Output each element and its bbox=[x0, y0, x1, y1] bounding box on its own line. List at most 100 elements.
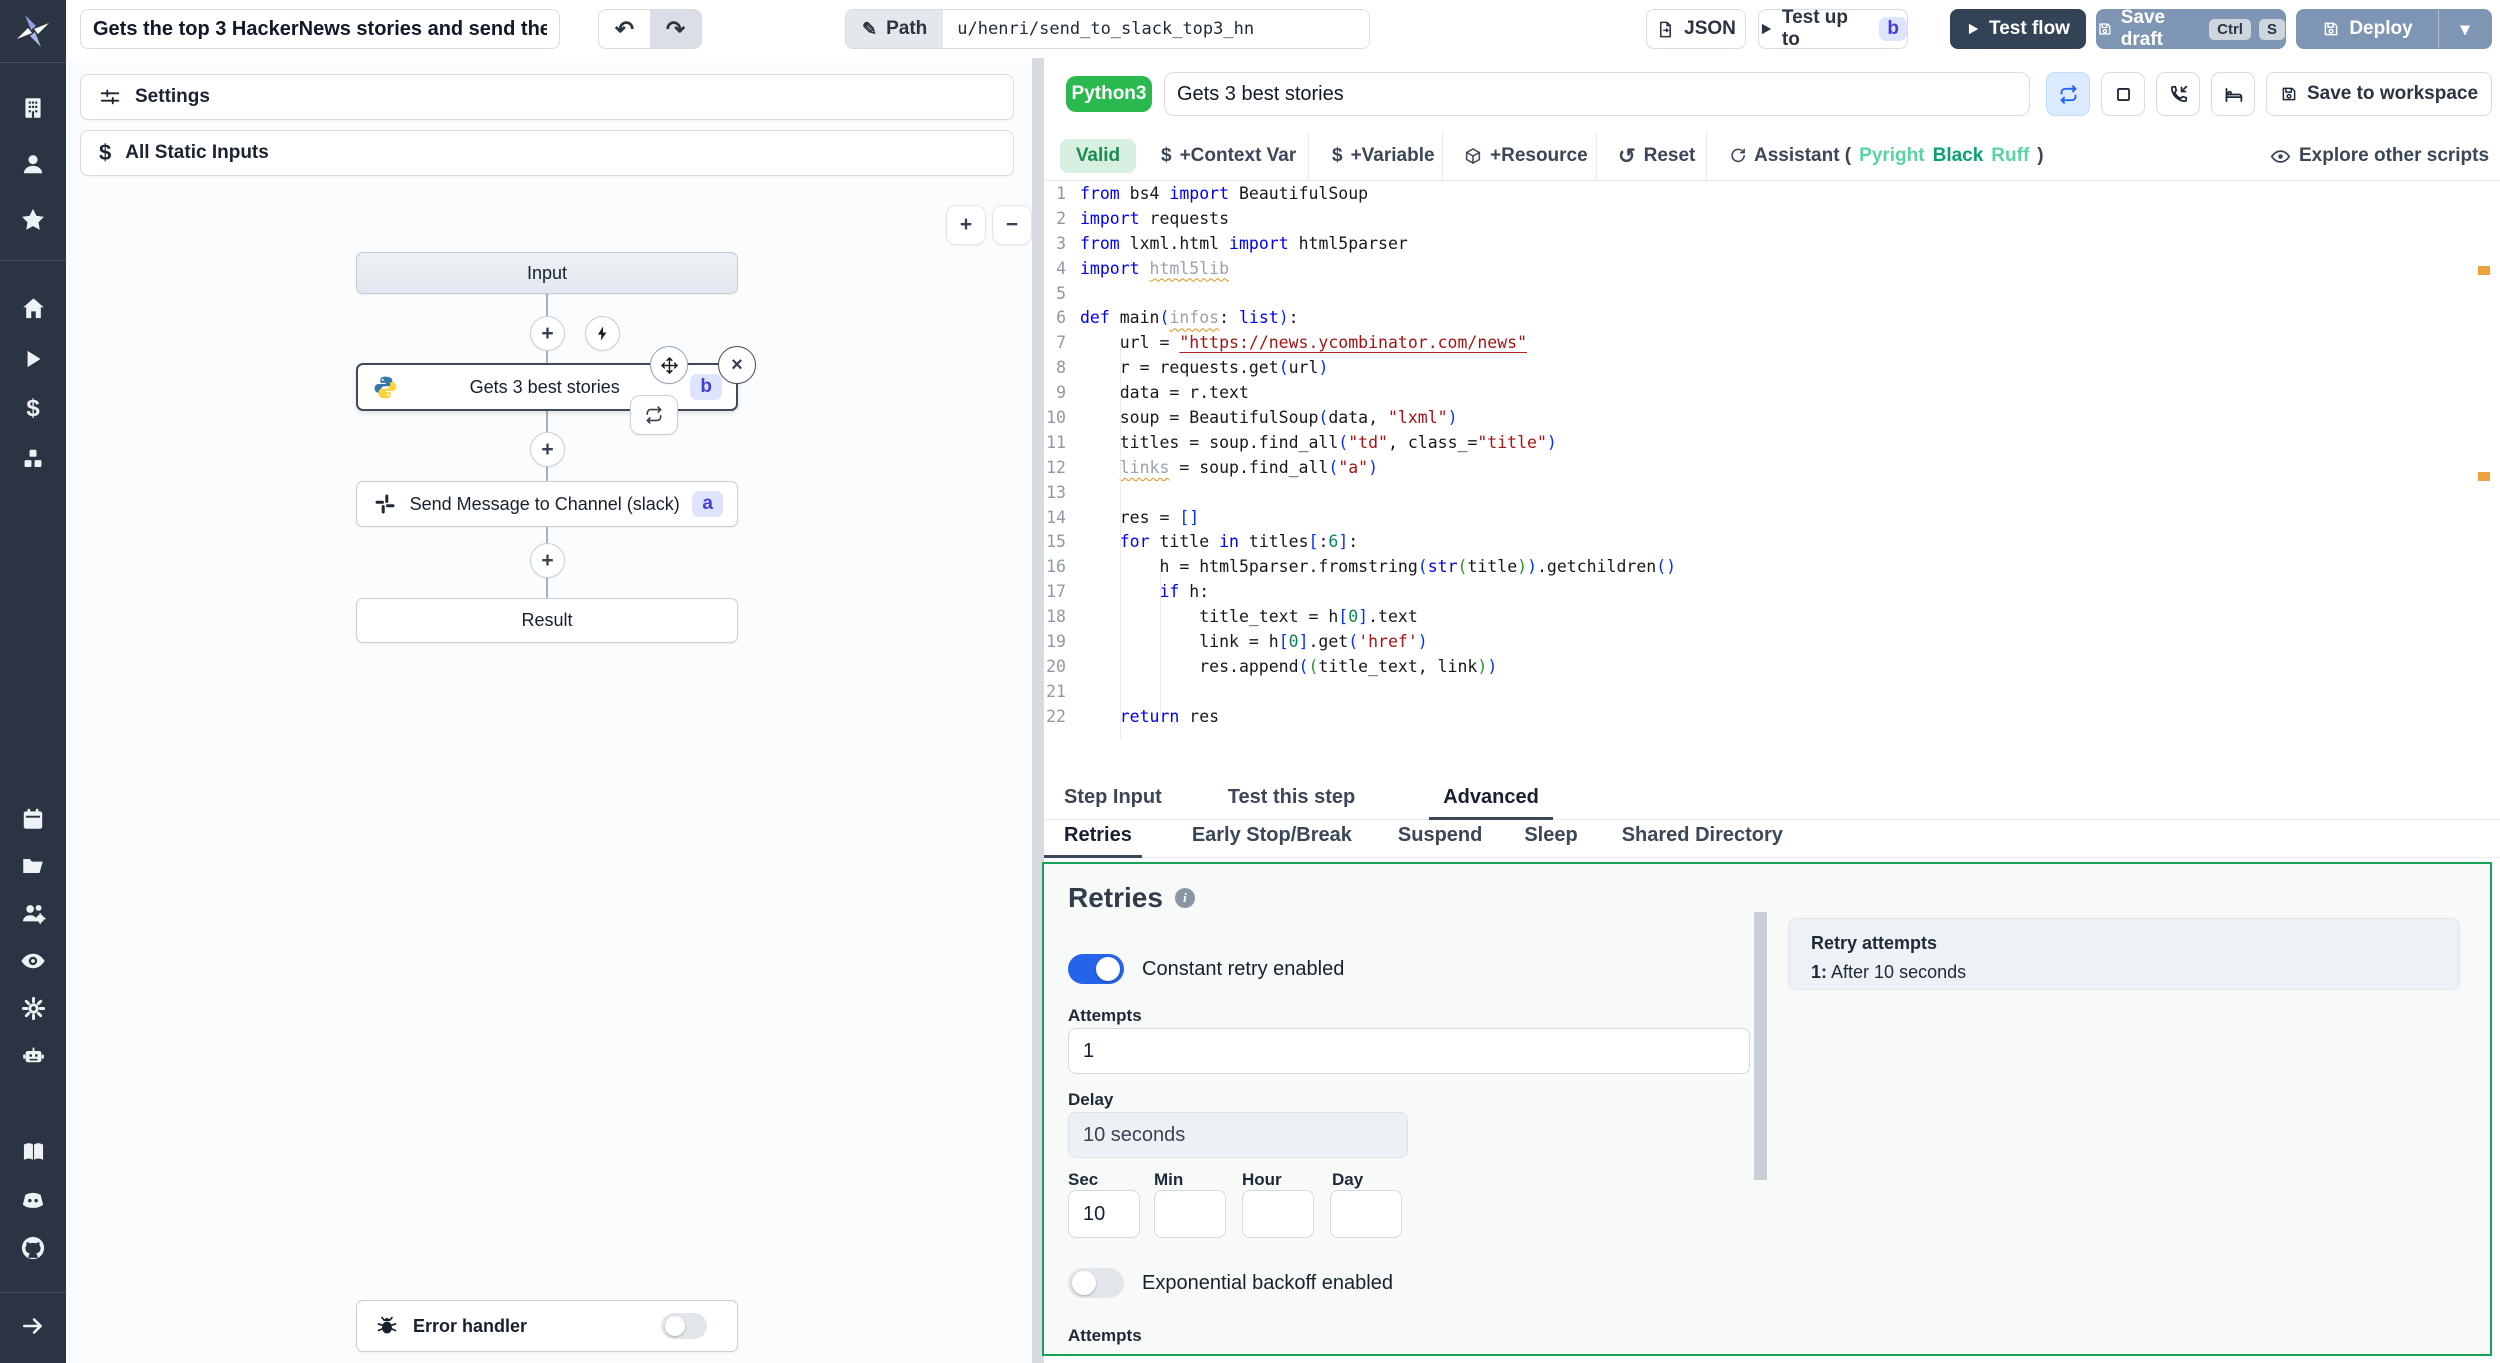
early-stop-toolbar-button[interactable] bbox=[2101, 72, 2145, 116]
sidebar-item-workspace[interactable] bbox=[0, 86, 66, 130]
flow-node-input[interactable]: Input bbox=[356, 252, 738, 294]
all-static-inputs-row[interactable]: $ All Static Inputs bbox=[80, 130, 1014, 176]
info-icon[interactable]: i bbox=[1174, 888, 1195, 908]
code-line[interactable]: 4 import html5lib bbox=[1044, 257, 2500, 282]
sidebar-item-user[interactable] bbox=[0, 142, 66, 186]
sidebar-item-variables[interactable]: $ bbox=[0, 387, 66, 431]
retry-indicator-button[interactable] bbox=[630, 395, 678, 435]
reset-button[interactable]: ↺ Reset bbox=[1618, 132, 1695, 180]
flow-node-result[interactable]: Result bbox=[356, 598, 738, 643]
suspend-toolbar-button[interactable] bbox=[2156, 72, 2200, 116]
error-handler-row[interactable]: Error handler bbox=[356, 1300, 738, 1352]
sidebar-expand-button[interactable] bbox=[0, 1304, 66, 1348]
tab-step-input[interactable]: Step Input bbox=[1064, 786, 1162, 819]
deploy-button[interactable]: Deploy bbox=[2297, 10, 2438, 48]
sidebar-item-workers[interactable] bbox=[0, 891, 66, 935]
add-step-button[interactable]: + bbox=[530, 316, 565, 351]
subtab-shared-directory[interactable]: Shared Directory bbox=[1622, 824, 1783, 857]
step-name-input[interactable] bbox=[1164, 72, 2030, 116]
hour-input[interactable] bbox=[1242, 1190, 1314, 1238]
code-line[interactable]: 2 import requests bbox=[1044, 207, 2500, 232]
constant-retry-toggle[interactable] bbox=[1068, 954, 1124, 984]
error-handler-toggle[interactable] bbox=[661, 1313, 707, 1339]
attempts-input[interactable] bbox=[1068, 1028, 1750, 1074]
plus-icon: + bbox=[541, 321, 554, 345]
code-line[interactable]: 13 bbox=[1044, 481, 2500, 506]
save-draft-button[interactable]: Save draft Ctrl S bbox=[2096, 7, 2286, 50]
assistant-button[interactable]: Assistant (Pyright Black Ruff) bbox=[1728, 132, 2044, 180]
zoom-in-button[interactable]: + bbox=[946, 205, 986, 245]
save-to-workspace-button[interactable]: Save to workspace bbox=[2266, 72, 2492, 116]
tab-test-this-step[interactable]: Test this step bbox=[1228, 786, 1355, 819]
test-up-to-button[interactable]: Test up to b bbox=[1758, 7, 1908, 50]
sidebar-item-folders[interactable] bbox=[0, 844, 66, 888]
subtab-retries[interactable]: Retries bbox=[1044, 824, 1142, 858]
code-line[interactable]: 21 bbox=[1044, 680, 2500, 705]
sec-input[interactable] bbox=[1068, 1190, 1140, 1238]
delete-step-button[interactable]: × bbox=[718, 346, 756, 384]
code-line[interactable]: 16 h = html5parser.fromstring(str(title)… bbox=[1044, 555, 2500, 580]
tab-advanced[interactable]: Advanced bbox=[1429, 786, 1553, 820]
subtab-early-stop[interactable]: Early Stop/Break bbox=[1192, 824, 1352, 857]
add-context-var-button[interactable]: $ +Context Var bbox=[1161, 132, 1296, 180]
flow-node-step-a[interactable]: Send Message to Channel (slack) a bbox=[356, 481, 738, 527]
code-line[interactable]: 1 from bs4 import BeautifulSoup bbox=[1044, 182, 2500, 207]
sidebar-item-favorites[interactable] bbox=[0, 198, 66, 242]
flow-settings-row[interactable]: Settings bbox=[80, 74, 1014, 120]
move-step-button[interactable] bbox=[650, 346, 688, 384]
min-input[interactable] bbox=[1154, 1190, 1226, 1238]
code-line[interactable]: 17 if h: bbox=[1044, 580, 2500, 605]
code-line[interactable]: 18 title_text = h[0].text bbox=[1044, 605, 2500, 630]
code-editor[interactable]: 1 from bs4 import BeautifulSoup 2 import re… bbox=[1044, 182, 2500, 780]
day-input[interactable] bbox=[1330, 1190, 1402, 1238]
subtab-suspend[interactable]: Suspend bbox=[1398, 824, 1482, 857]
undo-button[interactable]: ↶ bbox=[599, 10, 650, 48]
subtab-sleep[interactable]: Sleep bbox=[1524, 824, 1577, 857]
json-button[interactable]: JSON bbox=[1646, 9, 1746, 49]
code-line[interactable]: 10 soup = BeautifulSoup(data, "lxml") bbox=[1044, 406, 2500, 431]
sidebar-item-discord[interactable] bbox=[0, 1178, 66, 1222]
zoom-out-button[interactable]: − bbox=[992, 205, 1032, 245]
windmill-logo-icon[interactable] bbox=[0, 10, 66, 54]
sliders-icon bbox=[100, 89, 120, 105]
sidebar-item-docs[interactable] bbox=[0, 1130, 66, 1174]
test-flow-button[interactable]: Test flow bbox=[1950, 9, 2086, 49]
exponential-backoff-toggle[interactable] bbox=[1068, 1268, 1124, 1298]
sidebar-item-audit-logs[interactable] bbox=[0, 939, 66, 983]
panel-scrollbar[interactable] bbox=[1754, 912, 1767, 1180]
sidebar-item-schedules[interactable] bbox=[0, 797, 66, 841]
add-step-button[interactable]: + bbox=[530, 543, 565, 578]
code-line[interactable]: 19 link = h[0].get('href') bbox=[1044, 630, 2500, 655]
code-line[interactable]: 14 res = [] bbox=[1044, 506, 2500, 531]
code-line[interactable]: 20 res.append((title_text, link)) bbox=[1044, 655, 2500, 680]
add-resource-button[interactable]: +Resource bbox=[1464, 132, 1588, 180]
path-input[interactable] bbox=[943, 10, 1369, 48]
add-variable-button[interactable]: $ +Variable bbox=[1332, 132, 1435, 180]
path-label[interactable]: ✎ Path bbox=[846, 10, 944, 48]
code-line[interactable]: 11 titles = soup.find_all("td", class_="… bbox=[1044, 431, 2500, 456]
step-id-badge: b bbox=[690, 374, 722, 400]
explore-other-scripts-button[interactable]: Explore other scripts bbox=[2270, 132, 2489, 180]
sidebar-item-github[interactable] bbox=[0, 1226, 66, 1270]
code-line[interactable]: 3 from lxml.html import html5parser bbox=[1044, 232, 2500, 257]
sidebar-item-home[interactable] bbox=[0, 286, 66, 330]
retries-toolbar-button[interactable] bbox=[2046, 72, 2090, 116]
flow-name-input[interactable] bbox=[80, 9, 560, 49]
sidebar-item-ai[interactable] bbox=[0, 1033, 66, 1077]
code-line[interactable]: 6 def main(infos: list): bbox=[1044, 306, 2500, 331]
add-step-button[interactable]: + bbox=[530, 432, 565, 467]
code-line[interactable]: 7 url = "https://news.ycombinator.com/ne… bbox=[1044, 331, 2500, 356]
code-line[interactable]: 8 r = requests.get(url) bbox=[1044, 356, 2500, 381]
sidebar-item-settings[interactable] bbox=[0, 986, 66, 1030]
redo-button[interactable]: ↷ bbox=[650, 10, 701, 48]
sidebar-item-runs[interactable] bbox=[0, 337, 66, 381]
code-line[interactable]: 9 data = r.text bbox=[1044, 381, 2500, 406]
code-line[interactable]: 12 links = soup.find_all("a") bbox=[1044, 456, 2500, 481]
code-line[interactable]: 22 return res bbox=[1044, 705, 2500, 730]
sidebar-item-resources[interactable] bbox=[0, 437, 66, 481]
code-line[interactable]: 5 bbox=[1044, 282, 2500, 307]
sleep-toolbar-button[interactable] bbox=[2211, 72, 2255, 116]
trigger-button[interactable] bbox=[585, 316, 620, 351]
deploy-dropdown-button[interactable]: ▾ bbox=[2439, 10, 2491, 48]
code-line[interactable]: 15 for title in titles[:6]: bbox=[1044, 530, 2500, 555]
